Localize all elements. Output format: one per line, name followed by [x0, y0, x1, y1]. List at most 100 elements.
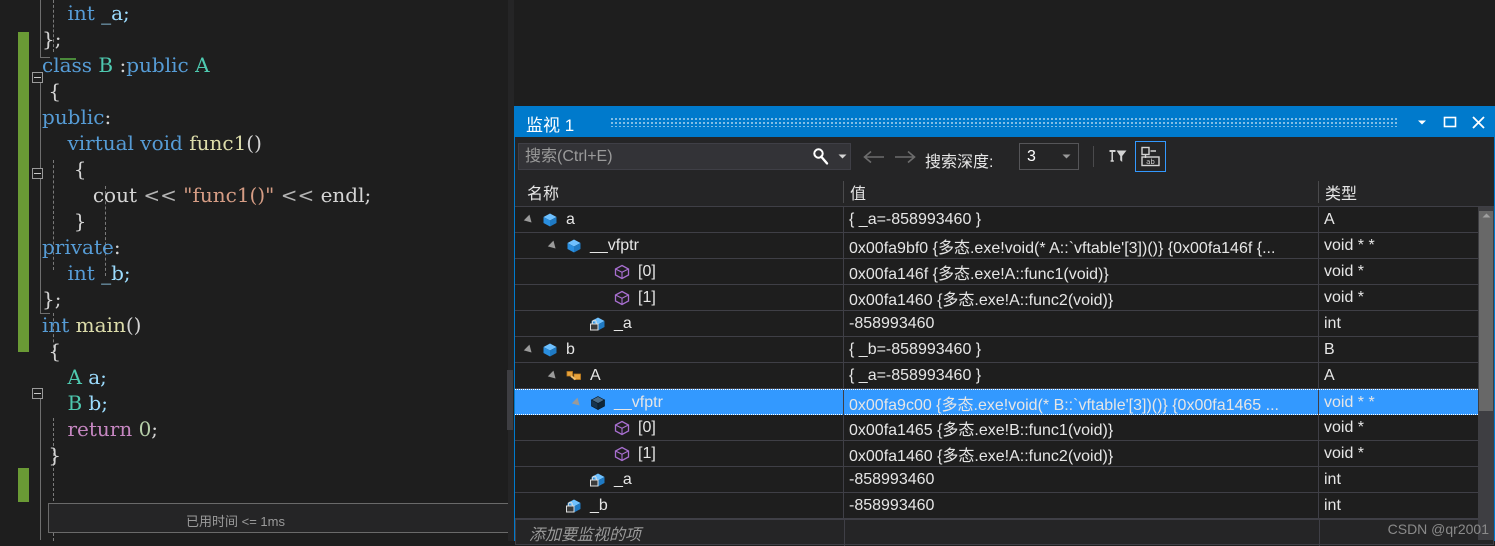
search-dropdown-icon[interactable]	[834, 144, 850, 169]
code-line: A a;	[42, 364, 371, 390]
search-depth-select[interactable]: 3	[1019, 143, 1079, 170]
code-token: };	[42, 287, 62, 311]
watch-row-value[interactable]: -858993460	[844, 467, 1318, 492]
watch-row-name-label: [1]	[638, 444, 656, 462]
add-watch-row[interactable]: 添加要监视的项	[515, 519, 1494, 546]
watch-row-name[interactable]: A	[515, 363, 877, 388]
table-row[interactable]: [0] 0x00fa1465 {多态.exe!B::func1(void)} voi…	[515, 415, 1494, 441]
expander-open-icon[interactable]	[525, 344, 537, 356]
code-token: ;	[151, 417, 159, 441]
table-row[interactable]: b { _b=-858993460 } B	[515, 337, 1494, 363]
title-drag-handle[interactable]	[611, 118, 1398, 127]
watch-title-bar[interactable]: 监视 1	[515, 107, 1494, 137]
expander-none	[573, 474, 585, 486]
table-row[interactable]: __vfptr 0x00fa9c00 {多态.exe!void(* B::`vft…	[515, 389, 1494, 416]
code-line: {	[42, 78, 371, 104]
watch-row-name[interactable]: b	[515, 337, 853, 362]
watch-row-name-label: [0]	[638, 418, 656, 436]
watch-row-value[interactable]: -858993460	[844, 311, 1318, 336]
watch-row-value[interactable]: 0x00fa9bf0 {多态.exe!void(* A::`vftable'[3…	[844, 233, 1318, 258]
search-depth-label: 搜索深度:	[925, 154, 994, 171]
window-close-icon[interactable]	[1464, 107, 1492, 137]
hex-display-icon[interactable]: ab	[1135, 141, 1166, 172]
search-input[interactable]	[519, 146, 806, 167]
search-icon[interactable]	[806, 144, 834, 169]
column-header-name[interactable]: 名称	[527, 177, 827, 206]
watch-row-value[interactable]: 0x00fa1465 {多态.exe!B::func1(void)}	[844, 415, 1318, 440]
chevron-down-icon[interactable]	[1062, 152, 1078, 162]
table-row[interactable]: __vfptr 0x00fa9bf0 {多态.exe!void(* A::`vft…	[515, 233, 1494, 259]
column-header-type[interactable]: 类型	[1325, 177, 1485, 206]
watch-tool-window[interactable]: 监视 1 搜索(Ctrl+E) 搜索深度: 3 ab 名称 值 类型 a {_…	[514, 106, 1495, 546]
window-maximize-icon[interactable]	[1436, 107, 1464, 137]
table-row[interactable]: _b -858993460 int	[515, 493, 1494, 519]
code-line: }	[42, 442, 371, 468]
table-row[interactable]: A { _a=-858993460 } A	[515, 363, 1494, 389]
watch-row-type: void *	[1324, 444, 1365, 462]
expander-open-icon[interactable]	[549, 370, 561, 382]
watch-row-value[interactable]: -858993460	[844, 493, 1318, 518]
code-token: private	[42, 235, 114, 259]
code-token: virtual	[67, 131, 141, 155]
watch-row-value[interactable]: { _b=-858993460 }	[844, 337, 1318, 362]
watch-row-name-label: [0]	[638, 262, 656, 280]
watch-row-value[interactable]: { _a=-858993460 }	[844, 363, 1318, 388]
field-private-icon	[565, 498, 585, 514]
column-divider[interactable]	[1318, 181, 1319, 203]
watch-row-type: int	[1324, 314, 1341, 332]
change-bar	[18, 32, 29, 352]
watch-row-name[interactable]: __vfptr	[515, 233, 877, 258]
watch-row-name[interactable]: _b	[515, 493, 877, 518]
watch-grid[interactable]: 名称 值 类型 a { _a=-858993460 } A __vfptr 0x00fa…	[515, 177, 1494, 546]
code-text[interactable]: int _a;}; class B :public A {public: virt…	[42, 0, 371, 468]
table-row[interactable]: _a -858993460 int	[515, 311, 1494, 337]
change-bar	[18, 468, 29, 502]
watch-toolbar[interactable]: 搜索深度: 3 ab	[515, 137, 1494, 177]
watch-row-name-label: _a	[614, 314, 632, 332]
struct-blue-icon	[541, 342, 561, 358]
watch-row-value[interactable]: { _a=-858993460 }	[844, 207, 1318, 232]
watch-title-label: 监视 1	[526, 116, 575, 135]
field-private-icon	[589, 316, 609, 332]
watch-row-name-label: a	[566, 210, 575, 228]
column-divider[interactable]	[843, 181, 844, 203]
expander-none	[597, 422, 609, 434]
indent-guide	[40, 78, 41, 314]
code-token: cout	[92, 183, 144, 207]
watch-row-type: int	[1324, 470, 1341, 488]
code-line: };	[42, 286, 371, 312]
watch-row-name-label: A	[590, 366, 601, 384]
code-line: int _a;	[42, 0, 371, 26]
watch-row-value[interactable]: 0x00fa146f {多态.exe!A::func1(void)}	[844, 259, 1318, 284]
search-box[interactable]	[518, 143, 851, 170]
window-dropdown-icon[interactable]	[1408, 107, 1436, 137]
code-token: }	[48, 443, 62, 467]
table-row[interactable]: [0] 0x00fa146f {多态.exe!A::func1(void)} voi…	[515, 259, 1494, 285]
table-row[interactable]: [1] 0x00fa1460 {多态.exe!A::func2(void)} voi…	[515, 285, 1494, 311]
expander-open-icon[interactable]	[525, 214, 537, 226]
watch-row-value[interactable]: 0x00fa9c00 {多态.exe!void(* B::`vftable'[3…	[844, 390, 1318, 415]
table-row[interactable]: [1] 0x00fa1460 {多态.exe!A::func2(void)} voi…	[515, 441, 1494, 467]
search-back-icon[interactable]	[862, 147, 886, 167]
watch-row-name[interactable]: a	[515, 207, 853, 232]
watch-row-name-label: __vfptr	[614, 393, 663, 411]
expander-open-icon[interactable]	[573, 397, 585, 409]
watch-row-name-label: [1]	[638, 288, 656, 306]
editor-scrollbar-thumb[interactable]	[507, 370, 513, 430]
watch-row-value[interactable]: 0x00fa1460 {多态.exe!A::func2(void)}	[844, 285, 1318, 310]
column-header-value[interactable]: 值	[850, 177, 1310, 206]
search-forward-icon[interactable]	[893, 147, 917, 167]
code-token: {	[73, 157, 87, 181]
table-row[interactable]: _a -858993460 int	[515, 467, 1494, 493]
watch-row-type: void * *	[1324, 393, 1375, 411]
scroll-up-icon[interactable]	[1478, 207, 1494, 223]
pin-filter-icon[interactable]	[1103, 142, 1132, 171]
watch-row-type: B	[1324, 340, 1335, 358]
watch-row-value[interactable]: 0x00fa1460 {多态.exe!A::func2(void)}	[844, 441, 1318, 466]
expander-open-icon[interactable]	[549, 240, 561, 252]
code-line: }	[42, 208, 371, 234]
grid-scrollbar-thumb[interactable]	[1479, 211, 1493, 411]
grid-header-row: 名称 值 类型	[515, 177, 1494, 207]
svg-text:ab: ab	[1146, 158, 1155, 166]
table-row[interactable]: a { _a=-858993460 } A	[515, 207, 1494, 233]
